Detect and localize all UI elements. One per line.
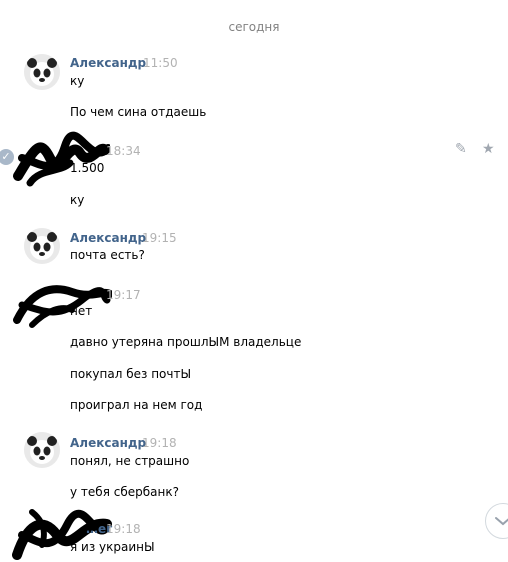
date-separator: сегодня (228, 20, 280, 34)
message-text: я из украинЫ (70, 540, 155, 554)
message-text: у тебя сбербанк? (70, 485, 179, 499)
message-text: проиграл на нем год (70, 398, 203, 412)
message-time[interactable]: 11:50 (143, 56, 178, 70)
chevron-down-icon (495, 517, 508, 526)
panda-avatar-icon (24, 228, 60, 264)
message-text: покупал без почтЫ (70, 367, 192, 381)
message-time[interactable]: 19:18 (106, 522, 141, 536)
message-author[interactable]: Александр (70, 436, 146, 450)
avatar[interactable] (24, 228, 60, 264)
panda-avatar-icon (24, 54, 60, 90)
message-text: По чем сина отдаешь (70, 105, 207, 119)
message-author[interactable]: Александр (70, 231, 146, 245)
message-text: 1.500 (70, 161, 105, 175)
pencil-icon[interactable]: ✎ (455, 141, 467, 157)
message-text: нет (70, 304, 93, 318)
message-time[interactable]: 19:17 (106, 288, 141, 302)
message-text: ку (70, 74, 85, 88)
panda-avatar-icon (24, 432, 60, 468)
scroll-down-button[interactable] (485, 503, 508, 539)
message-text: ку (70, 193, 85, 207)
message-text: почта есть? (70, 248, 145, 262)
message-text: давно утеряна прошлЫМ владельце (70, 335, 302, 349)
message-author[interactable]: Александр (70, 56, 146, 70)
message-time[interactable]: 19:15 (142, 231, 177, 245)
message-time[interactable]: 19:18 (142, 436, 177, 450)
redaction-scribble (13, 131, 110, 187)
message-text: понял, не страшно (70, 454, 190, 468)
avatar[interactable] (24, 54, 60, 90)
star-icon[interactable]: ★ (482, 141, 495, 157)
avatar[interactable] (24, 432, 60, 468)
redaction-scribble (13, 285, 112, 328)
message-time[interactable]: 18:34 (106, 144, 141, 158)
